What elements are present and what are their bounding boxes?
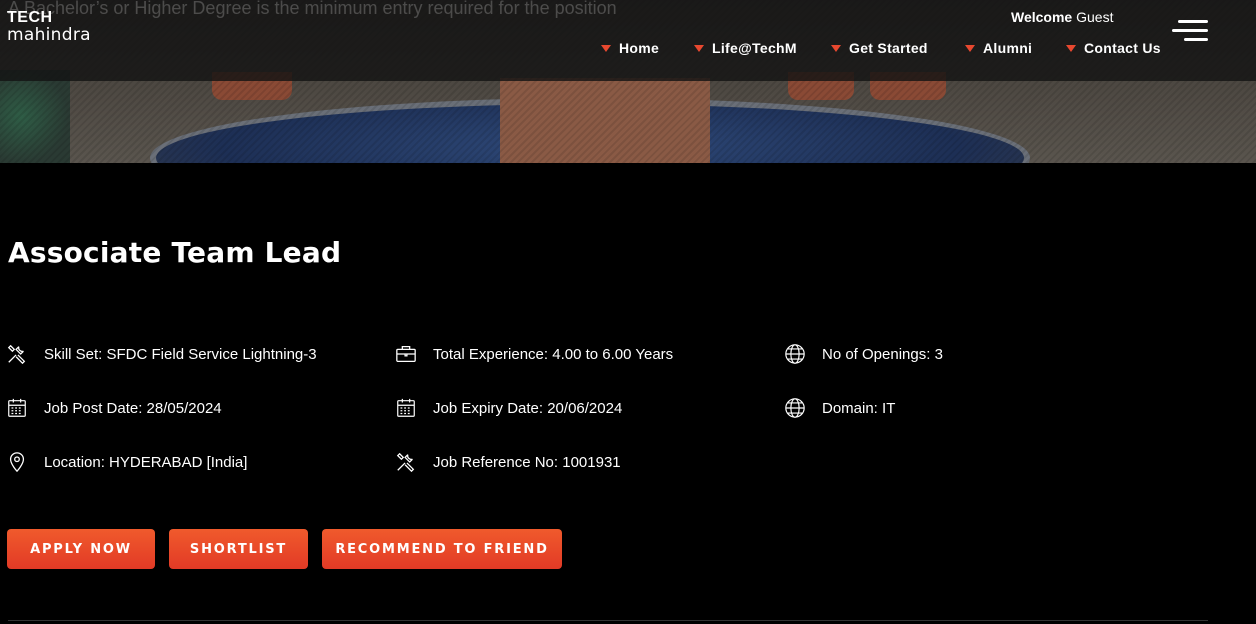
nav-item-contact-us[interactable]: Contact Us [1066,40,1161,56]
nav-item-get-started[interactable]: Get Started [831,40,928,56]
detail-job-reference: Job Reference No: 1001931 [395,448,621,476]
tools-icon [6,343,28,365]
nav-label: Get Started [849,40,928,56]
nav-item-alumni[interactable]: Alumni [965,40,1032,56]
job-title: Associate Team Lead [8,236,342,269]
recommend-to-friend-button[interactable]: RECOMMEND TO FRIEND [322,529,562,569]
detail-total-experience: Total Experience: 4.00 to 6.00 Years [395,340,673,368]
hero-banner: A Bachelor’s or Higher Degree is the min… [0,0,1256,163]
caret-down-icon [694,45,704,52]
detail-job-expiry-date: Job Expiry Date: 20/06/2024 [395,394,622,422]
section-divider [8,620,1208,621]
caret-down-icon [1066,45,1076,52]
detail-no-of-openings: No of Openings: 3 [784,340,943,368]
detail-text: Skill Set: SFDC Field Service Lightning-… [44,345,317,363]
nav-label: Alumni [983,40,1033,56]
detail-text: Job Expiry Date: 20/06/2024 [433,399,623,417]
caret-down-icon [601,45,611,52]
detail-text: Total Experience: 4.00 to 6.00 Years [433,345,674,363]
globe-icon [784,343,806,365]
detail-text: Location: HYDERABAD [India] [44,453,248,471]
tools-icon [395,451,417,473]
calendar-icon [395,397,417,419]
nav-label: Life@TechM [712,40,797,56]
caret-down-icon [831,45,841,52]
welcome-message: Welcome Guest [1011,9,1113,25]
logo-line-tech: TECH [7,9,53,26]
welcome-label: Welcome [1011,9,1073,25]
top-navigation-bar: A Bachelor’s or Higher Degree is the min… [0,0,1256,81]
detail-skill-set: Skill Set: SFDC Field Service Lightning-… [6,340,317,368]
caret-down-icon [965,45,975,52]
tech-mahindra-logo[interactable]: TECH mahindra [7,10,91,44]
nav-label: Contact Us [1084,40,1161,56]
calendar-icon [6,397,28,419]
detail-location: Location: HYDERABAD [India] [6,448,247,476]
detail-job-post-date: Job Post Date: 28/05/2024 [6,394,222,422]
hero-caption: A Bachelor’s or Higher Degree is the min… [8,0,617,18]
location-pin-icon [6,451,28,473]
hamburger-menu-icon[interactable] [1172,20,1208,42]
detail-text: Job Post Date: 28/05/2024 [44,399,222,417]
detail-text: No of Openings: 3 [822,345,943,363]
detail-text: Domain: IT [822,399,896,417]
detail-domain: Domain: IT [784,394,895,422]
briefcase-icon [395,343,417,365]
detail-text: Job Reference No: 1001931 [433,453,621,471]
nav-item-life-techm[interactable]: Life@TechM [694,40,797,56]
nav-item-home[interactable]: Home [601,40,659,56]
logo-line-mahindra: mahindra [7,25,91,45]
nav-label: Home [619,40,660,56]
shortlist-button[interactable]: SHORTLIST [169,529,308,569]
apply-now-button[interactable]: APPLY NOW [7,529,155,569]
globe-icon [784,397,806,419]
welcome-user: Guest [1076,9,1114,25]
